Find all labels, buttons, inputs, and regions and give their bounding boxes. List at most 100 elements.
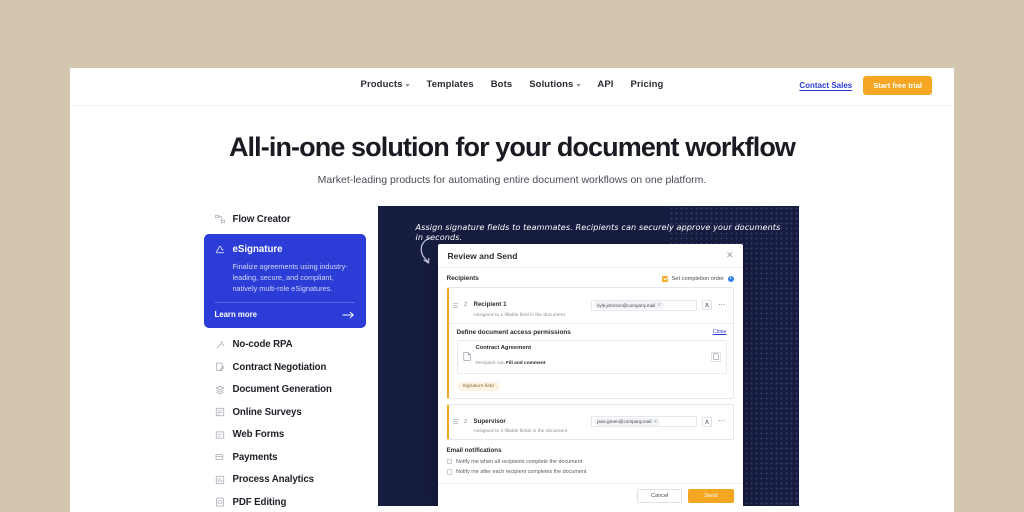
review-and-send-modal: Review and Send ✕ Recipients Set complet…	[438, 244, 743, 506]
preview-caption: Assign signature fields to teammates. Re…	[416, 222, 781, 242]
sidebar-item-web-forms[interactable]: Web Forms	[204, 423, 366, 446]
recipient-more-options[interactable]: ⋯	[717, 418, 726, 425]
modal-footer: Cancel Send	[438, 483, 743, 506]
sidebar-item-label: Document Generation	[233, 384, 332, 395]
card-title: eSignature	[233, 244, 283, 255]
email-notifications-section: Email notifications Notify me when all r…	[447, 447, 734, 475]
cancel-button[interactable]: Cancel	[637, 489, 682, 503]
checkbox-unchecked-icon	[447, 469, 453, 475]
flow-icon	[215, 214, 225, 224]
email-chip-label: jane.green@company.mail	[597, 419, 651, 424]
sidebar-item-flow-creator[interactable]: Flow Creator	[204, 208, 366, 231]
address-book-button[interactable]	[702, 300, 712, 310]
recipient-block: 2 Recipient 1 Assigned to 1 fillable fie…	[447, 287, 734, 399]
contact-sales-link[interactable]: Contact Sales	[799, 81, 852, 90]
drag-handle-icon[interactable]	[453, 419, 458, 424]
contact-icon	[704, 419, 710, 425]
recipient-order: 2	[463, 419, 469, 425]
learn-more-link[interactable]: Learn more	[215, 310, 355, 319]
product-sidebar: Flow Creator eSignature Finalize agreeme…	[204, 206, 366, 512]
survey-icon	[215, 407, 225, 417]
checkbox-checked-icon	[662, 276, 668, 282]
permissions-close-link[interactable]: Close	[713, 329, 727, 335]
recipients-label: Recipients	[447, 275, 479, 282]
permission-value: Fill and comment	[506, 361, 545, 366]
analytics-icon	[215, 475, 225, 485]
document-info: Contract Agreement Recipient can Fill an…	[476, 345, 706, 369]
nav-item-api[interactable]: API	[597, 79, 613, 90]
sidebar-item-label: Payments	[233, 452, 278, 463]
sidebar-card-esignature[interactable]: eSignature Finalize agreements using ind…	[204, 234, 366, 329]
document-icon	[463, 352, 471, 361]
layers-icon	[215, 385, 225, 395]
remove-chip-icon[interactable]: ✕	[653, 419, 657, 425]
email-chip: kyle.johnson@company.mail ✕	[594, 301, 664, 309]
sidebar-item-document-generation[interactable]: Document Generation	[204, 378, 366, 401]
document-name: Contract Agreement	[476, 345, 706, 351]
recipient-row[interactable]: 2 Supervisor Assigned to 3 fillable fiel…	[449, 405, 733, 440]
nav-item-solutions[interactable]: Solutions	[529, 79, 580, 90]
nav-label-bots: Bots	[491, 79, 513, 90]
content-area: Flow Creator eSignature Finalize agreeme…	[70, 206, 954, 512]
recipient-info: Supervisor Assigned to 3 fillable fields…	[474, 410, 587, 435]
arrow-right-icon	[342, 311, 355, 319]
recipient-order: 2	[463, 302, 469, 308]
recipient-name: Supervisor	[474, 418, 506, 425]
card-icon	[215, 452, 225, 462]
remove-chip-icon[interactable]: ✕	[657, 302, 661, 308]
hero-section: All-in-one solution for your document wo…	[70, 106, 954, 186]
nav-item-bots[interactable]: Bots	[491, 79, 513, 90]
sidebar-item-label: Web Forms	[233, 429, 285, 440]
recipient-email-input[interactable]: jane.green@company.mail ✕	[591, 416, 697, 427]
modal-body: Recipients Set completion order i 2	[438, 268, 743, 483]
recipient-info: Recipient 1 Assigned to 1 fillable field…	[474, 293, 587, 318]
chevron-down-icon	[406, 84, 410, 87]
permissions-header: Define document access permissions Close	[457, 329, 727, 336]
nav-item-pricing[interactable]: Pricing	[631, 79, 664, 90]
notification-option-all[interactable]: Notify me when all recipients complete t…	[447, 459, 734, 465]
recipient-block: 2 Supervisor Assigned to 3 fillable fiel…	[447, 404, 734, 441]
permission-prefix: Recipient can	[476, 361, 506, 366]
set-completion-order-toggle[interactable]: Set completion order i	[662, 276, 733, 282]
card-description: Finalize agreements using industry-leadi…	[233, 261, 355, 295]
start-free-trial-button[interactable]: Start free trial	[863, 76, 932, 95]
recipients-header: Recipients Set completion order i	[447, 275, 734, 282]
sidebar-item-pdf-editing[interactable]: PDF Editing	[204, 491, 366, 512]
document-row[interactable]: Contract Agreement Recipient can Fill an…	[457, 340, 727, 374]
page-sheet: Products Templates Bots Solutions API Pr…	[70, 68, 954, 512]
notifications-title: Email notifications	[447, 447, 734, 454]
close-icon[interactable]: ✕	[726, 251, 734, 260]
sidebar-item-contract-negotiation[interactable]: Contract Negotiation	[204, 356, 366, 379]
nav-label-solutions: Solutions	[529, 79, 573, 90]
document-permission: Recipient can Fill and comment	[476, 361, 546, 366]
document-preview-button[interactable]	[711, 352, 721, 362]
modal-header: Review and Send ✕	[438, 244, 743, 268]
notification-option-each[interactable]: Notify me after each recipient completes…	[447, 469, 734, 475]
send-button[interactable]: Send	[688, 489, 733, 503]
signature-field-chip[interactable]: Signature field	[457, 382, 500, 391]
sidebar-item-payments[interactable]: Payments	[204, 446, 366, 469]
recipient-more-options[interactable]: ⋯	[717, 302, 726, 309]
sidebar-item-process-analytics[interactable]: Process Analytics	[204, 468, 366, 491]
sidebar-item-no-code-rpa[interactable]: No-code RPA	[204, 333, 366, 356]
recipient-email-input[interactable]: kyle.johnson@company.mail ✕	[591, 300, 697, 311]
nav-item-products[interactable]: Products	[361, 79, 410, 90]
pdf-icon	[215, 497, 225, 507]
nav-links: Products Templates Bots Solutions API Pr…	[361, 79, 664, 90]
card-divider	[215, 302, 355, 303]
form-icon	[215, 430, 225, 440]
sidebar-item-label: PDF Editing	[233, 497, 287, 508]
info-icon[interactable]: i	[728, 276, 734, 282]
sidebar-item-online-surveys[interactable]: Online Surveys	[204, 401, 366, 424]
drag-handle-icon[interactable]	[453, 303, 458, 308]
sidebar-item-label: Process Analytics	[233, 474, 314, 485]
recipient-assignment: Assigned to 3 fillable fields in the doc…	[474, 429, 587, 434]
address-book-button[interactable]	[702, 417, 712, 427]
learn-more-label: Learn more	[215, 310, 257, 319]
nav-item-templates[interactable]: Templates	[427, 79, 474, 90]
recipient-row[interactable]: 2 Recipient 1 Assigned to 1 fillable fie…	[449, 288, 733, 323]
modal-title: Review and Send	[448, 251, 518, 261]
wand-icon	[215, 340, 225, 350]
nav-label-pricing: Pricing	[631, 79, 664, 90]
notification-label: Notify me after each recipient completes…	[456, 469, 586, 475]
